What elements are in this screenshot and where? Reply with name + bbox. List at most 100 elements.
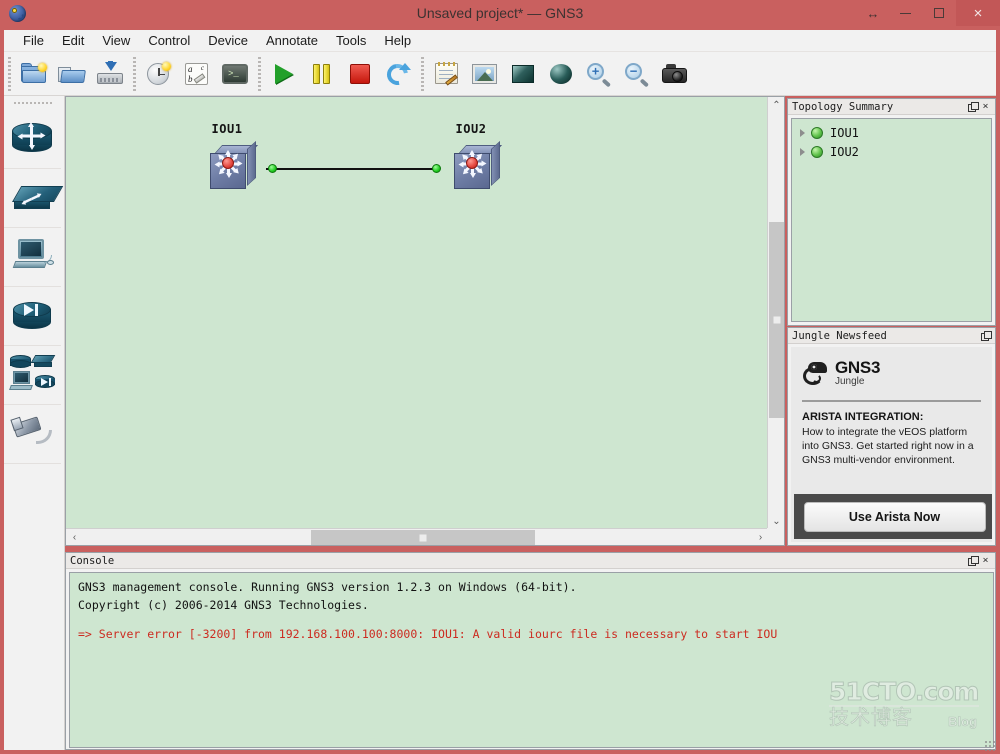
canvas-horizontal-scrollbar[interactable]: ‹ › [66,528,769,545]
canvas-vertical-scrollbar[interactable]: ⌃ ⌄ [767,97,784,530]
start-button[interactable] [266,56,302,92]
newsfeed-float-button[interactable] [979,329,992,342]
all-devices-icon [8,353,56,397]
newsfeed-headline: ARISTA INTEGRATION: [802,411,924,423]
link-iou1-iou2[interactable] [266,168,438,170]
insert-image-button[interactable] [467,56,503,92]
window-resize-grip[interactable] [984,740,996,752]
menu-control[interactable]: Control [139,31,199,50]
console-line: Copyright (c) 2006-2014 GNS3 Technologie… [78,597,369,612]
close-button[interactable]: × [956,0,1000,26]
open-folder-icon [58,61,86,87]
zoom-in-glyph: + [591,63,600,79]
terminal-icon [221,61,249,87]
topology-item-iou1[interactable]: IOU1 [792,123,991,142]
menu-view[interactable]: View [93,31,139,50]
topology-summary-tree[interactable]: IOU1 IOU2 [791,118,992,322]
chevron-right-icon[interactable] [800,147,805,156]
maximize-button[interactable] [922,0,956,26]
window-title: Unsaved project* — GNS3 [416,5,584,21]
console-title: Console [70,554,115,567]
reload-button[interactable] [380,56,416,92]
gns3-chameleon-icon [8,4,28,24]
pause-icon [308,61,336,87]
routers-button[interactable] [4,110,61,169]
new-project-icon [20,61,48,87]
edit-labels-button[interactable]: abc [179,56,215,92]
console-titlebar: Console × [66,553,995,569]
draw-rectangle-button[interactable] [505,56,541,92]
note-pencil-icon [433,61,461,87]
topology-summary-close-button[interactable]: × [979,100,992,113]
security-device-icon [10,294,56,338]
chameleon-logo-icon [802,361,828,386]
topology-canvas[interactable]: IOU1 IOU2 [66,97,768,529]
pause-button[interactable] [304,56,340,92]
menu-file[interactable]: File [14,31,53,50]
menu-tools[interactable]: Tools [327,31,375,50]
draw-ellipse-button[interactable] [543,56,579,92]
add-note-button[interactable] [429,56,465,92]
horizontal-scroll-thumb[interactable] [311,530,535,545]
zoom-out-button[interactable]: − [619,56,655,92]
add-link-button[interactable] [4,405,61,464]
topology-summary-title: Topology Summary [792,100,894,113]
newsfeed-content: GNS3 Jungle ARISTA INTEGRATION: How to i… [791,347,992,542]
scroll-left-button[interactable]: ‹ [66,529,83,546]
menu-device[interactable]: Device [199,31,257,50]
use-arista-now-button[interactable]: Use Arista Now [803,501,986,532]
node-iou2[interactable]: IOU2 [453,122,503,192]
screenshot-button[interactable] [657,56,693,92]
text-edit-icon: abc [183,61,211,87]
window-controls: ↔ × [858,0,1000,26]
node-iou1[interactable]: IOU1 [209,122,259,192]
camera-icon [661,61,689,87]
menu-annotate[interactable]: Annotate [257,31,327,50]
topology-item-iou2[interactable]: IOU2 [792,142,991,161]
zoom-in-button[interactable]: + [581,56,617,92]
switch-icon [10,176,63,220]
new-project-button[interactable] [16,56,52,92]
console-panel: Console × GNS3 management console. Runni… [65,552,996,750]
menu-edit[interactable]: Edit [53,31,93,50]
toolbar-grip [8,56,11,91]
device-toolbar-grip [14,98,54,108]
reload-icon [382,59,413,89]
topology-item-label: IOU1 [830,125,859,140]
console-button[interactable] [217,56,253,92]
end-devices-button[interactable] [4,228,61,287]
topology-item-label: IOU2 [830,144,859,159]
snapshot-button[interactable] [141,56,177,92]
newsfeed-title: Jungle Newsfeed [792,329,887,342]
console-line-error: => Server error [-3200] from 192.168.100… [78,626,778,641]
status-led-icon [811,126,823,139]
resize-icon[interactable]: ↔ [858,0,888,26]
switches-button[interactable] [4,169,63,228]
console-float-button[interactable] [966,554,979,567]
main-toolbar: abc >_ + − [4,52,996,96]
link-status-dot-source [268,164,277,173]
security-devices-button[interactable] [4,287,61,346]
open-project-button[interactable] [54,56,90,92]
toolbar-separator-3 [421,56,424,91]
save-project-button[interactable] [92,56,128,92]
scroll-up-button[interactable]: ⌃ [768,97,785,114]
scrollbar-corner [767,528,784,545]
snapshot-clock-icon [145,61,173,87]
all-devices-button[interactable] [4,346,61,405]
stop-button[interactable] [342,56,378,92]
device-toolbar [4,96,65,750]
node-label-iou1[interactable]: IOU1 [167,122,287,136]
topology-summary-float-button[interactable] [966,100,979,113]
chevron-right-icon[interactable] [800,128,805,137]
rectangle-icon [509,61,537,87]
console-line: GNS3 management console. Running GNS3 ve… [78,580,577,594]
node-label-iou2[interactable]: IOU2 [411,122,531,136]
console-output[interactable]: GNS3 management console. Running GNS3 ve… [69,572,994,748]
vertical-scroll-thumb[interactable] [769,222,784,418]
minimize-button[interactable] [888,0,922,26]
menu-help[interactable]: Help [375,31,420,50]
console-close-button[interactable]: × [979,554,992,567]
save-disk-icon [96,60,124,87]
newsfeed-divider [802,400,981,402]
